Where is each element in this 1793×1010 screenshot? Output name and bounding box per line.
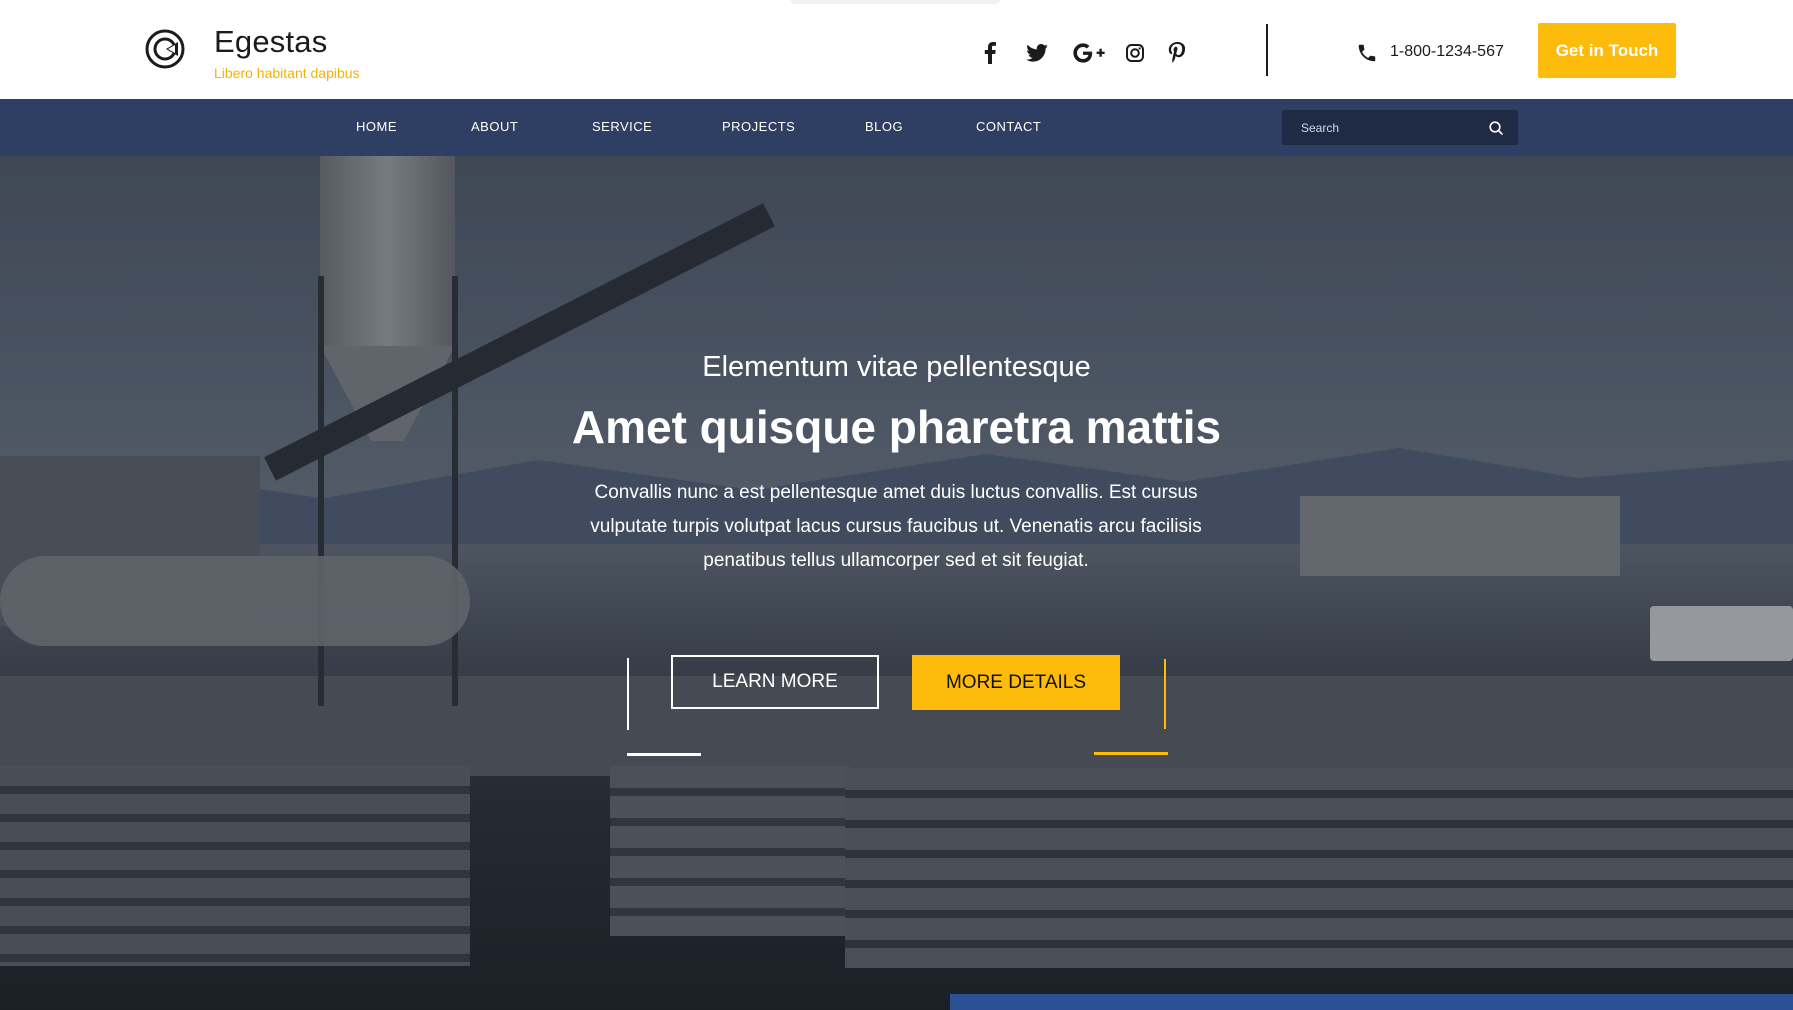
- nav-item-service[interactable]: SERVICE: [592, 119, 652, 134]
- page: Egestas Libero habitant dapibus 1-800-12…: [0, 0, 1793, 1010]
- brand-name[interactable]: Egestas: [214, 24, 327, 60]
- deco-line-left-vertical: [627, 658, 629, 730]
- learn-more-button[interactable]: LEARN MORE: [671, 655, 879, 709]
- brand-tagline: Libero habitant dapibus: [214, 65, 360, 81]
- phone-icon: [1358, 44, 1376, 62]
- hero-content: Elementum vitae pellentesque Amet quisqu…: [0, 156, 1793, 1010]
- facebook-icon[interactable]: [975, 38, 1005, 68]
- deco-line-right-horizontal: [1094, 752, 1168, 755]
- twitter-icon[interactable]: [1022, 38, 1052, 68]
- top-header: Egestas Libero habitant dapibus 1-800-12…: [0, 0, 1793, 99]
- nav-item-projects[interactable]: PROJECTS: [722, 119, 795, 134]
- brand-logo-icon[interactable]: [144, 28, 186, 70]
- search-icon[interactable]: [1488, 120, 1504, 136]
- deco-line-right-vertical: [1164, 659, 1166, 729]
- hero-kicker: Elementum vitae pellentesque: [702, 351, 1091, 383]
- hero-section: Elementum vitae pellentesque Amet quisqu…: [0, 156, 1793, 1010]
- nav-item-home[interactable]: HOME: [356, 119, 397, 134]
- pinterest-icon[interactable]: [1162, 38, 1192, 68]
- search-input[interactable]: [1299, 110, 1489, 145]
- hero-title: Amet quisque pharetra mattis: [571, 401, 1222, 453]
- deco-line-left-horizontal: [627, 753, 701, 756]
- google-plus-icon[interactable]: [1069, 38, 1109, 68]
- header-divider: [1266, 24, 1268, 76]
- header-notch: [790, 0, 1000, 4]
- main-nav: HOME ABOUT SERVICE PROJECTS BLOG CONTACT: [0, 99, 1793, 156]
- phone-number[interactable]: 1-800-1234-567: [1390, 43, 1504, 61]
- more-details-button[interactable]: MORE DETAILS: [912, 655, 1120, 710]
- search-box: [1282, 110, 1518, 145]
- instagram-icon[interactable]: [1120, 38, 1150, 68]
- hero-body: Convallis nunc a est pellentesque amet d…: [590, 482, 1202, 571]
- nav-item-blog[interactable]: BLOG: [865, 119, 903, 134]
- nav-item-contact[interactable]: CONTACT: [976, 119, 1041, 134]
- get-in-touch-button[interactable]: Get in Touch: [1538, 23, 1676, 78]
- nav-item-about[interactable]: ABOUT: [471, 119, 518, 134]
